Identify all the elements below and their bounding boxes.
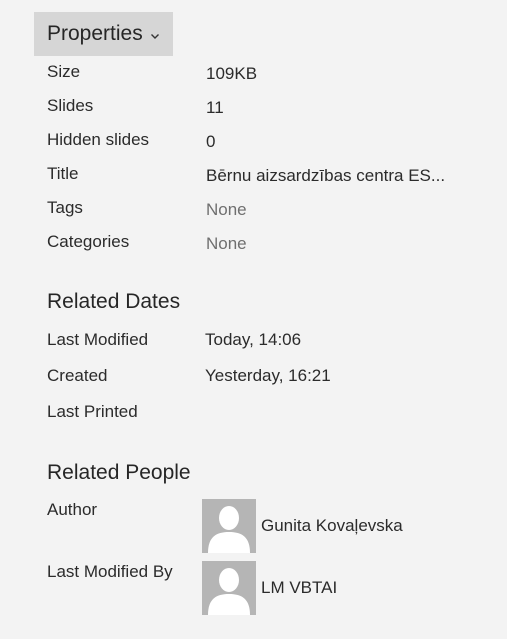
created-label: Created <box>47 366 108 385</box>
properties-panel: Properties Size 109KB Slides 11 Hidden s… <box>0 0 507 639</box>
hidden-slides-label: Hidden slides <box>47 130 150 149</box>
title-value[interactable]: Bērnu aizsardzības centra ES... <box>206 166 445 186</box>
last-modified-value: Today, 14:06 <box>205 330 302 349</box>
last-modified-label: Last Modified <box>47 330 149 349</box>
chevron-down-icon <box>148 29 162 43</box>
categories-label: Categories <box>47 232 130 251</box>
properties-dropdown-button[interactable]: Properties <box>34 12 173 56</box>
title-label: Title <box>47 164 79 183</box>
related-dates-heading: Related Dates <box>47 290 181 313</box>
hidden-slides-value: 0 <box>206 132 216 151</box>
last-printed-label: Last Printed <box>47 402 138 421</box>
last-modified-by-name[interactable]: LM VBTAI <box>261 578 337 598</box>
tags-label: Tags <box>47 198 83 217</box>
author-label: Author <box>47 500 98 519</box>
categories-value[interactable]: None <box>206 234 247 254</box>
slides-label: Slides <box>47 96 94 115</box>
created-value: Yesterday, 16:21 <box>205 366 331 385</box>
person-silhouette-icon <box>208 506 250 553</box>
size-value: 109KB <box>206 64 258 83</box>
author-avatar[interactable] <box>202 499 256 553</box>
person-silhouette-icon <box>208 568 250 615</box>
slides-value: 11 <box>206 98 224 117</box>
author-name[interactable]: Gunita Kovaļevska <box>261 516 403 536</box>
last-modified-by-avatar[interactable] <box>202 561 256 615</box>
last-modified-by-label: Last Modified By <box>47 562 173 581</box>
related-people-heading: Related People <box>47 461 191 484</box>
size-label: Size <box>47 62 81 81</box>
properties-header-label: Properties <box>47 22 143 45</box>
tags-value[interactable]: None <box>206 200 247 220</box>
